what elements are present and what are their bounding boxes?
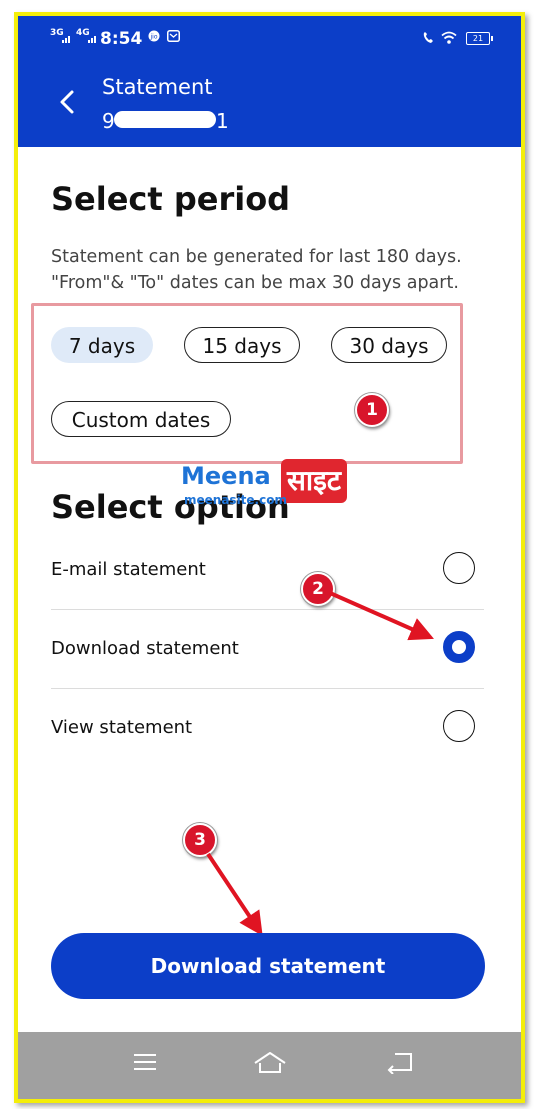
annotation-marker-2: 2 bbox=[301, 572, 335, 606]
option-download-statement[interactable]: Download statement bbox=[51, 609, 484, 688]
option-view-statement[interactable]: View statement bbox=[51, 688, 484, 767]
page-title: Statement bbox=[102, 75, 213, 99]
signal-icon bbox=[62, 36, 70, 43]
download-statement-button[interactable]: Download statement bbox=[51, 933, 485, 999]
jio-icon: jio bbox=[148, 30, 160, 42]
wifi-icon bbox=[441, 31, 457, 44]
app-header: 3G 4G 8:54 jio 21 Statement 9 1 bbox=[18, 16, 521, 147]
period-description: Statement can be generated for last 180 … bbox=[51, 244, 462, 296]
status-bar: 3G 4G 8:54 jio 21 bbox=[18, 16, 521, 56]
chevron-left-icon bbox=[60, 90, 74, 114]
annotation-marker-3: 3 bbox=[183, 823, 217, 857]
radio-button[interactable] bbox=[443, 710, 475, 742]
back-arrow-button[interactable] bbox=[56, 88, 78, 116]
menu-icon bbox=[134, 1054, 156, 1070]
nav-menu-button[interactable] bbox=[132, 1050, 158, 1079]
annotation-marker-1: 1 bbox=[355, 393, 389, 427]
option-label: E-mail statement bbox=[51, 559, 206, 580]
status-time: 8:54 bbox=[100, 29, 143, 49]
watermark-brand-hi: साइट bbox=[281, 459, 348, 503]
message-icon bbox=[167, 30, 180, 42]
option-label: Download statement bbox=[51, 638, 239, 659]
back-icon bbox=[387, 1053, 412, 1075]
annotation-highlight-box bbox=[31, 303, 463, 464]
battery-icon: 21 bbox=[466, 32, 493, 45]
account-number-start: 9 bbox=[102, 109, 115, 133]
svg-text:jio: jio bbox=[149, 34, 157, 41]
watermark-domain: meenasite.com bbox=[184, 493, 287, 507]
period-description-line-1: Statement can be generated for last 180 … bbox=[51, 247, 462, 267]
account-number-end: 1 bbox=[216, 109, 229, 133]
phone-screen: 3G 4G 8:54 jio 21 Statement 9 1 Select p… bbox=[14, 12, 525, 1103]
nav-home-button[interactable] bbox=[253, 1050, 287, 1081]
system-nav-bar bbox=[18, 1032, 521, 1099]
redaction-mask bbox=[114, 111, 216, 128]
watermark-brand-en: Meena bbox=[181, 462, 271, 490]
period-description-line-2: "From"& "To" dates can be max 30 days ap… bbox=[51, 273, 459, 293]
radio-button[interactable] bbox=[443, 552, 475, 584]
annotation-arrow-3 bbox=[206, 852, 263, 936]
option-email-statement[interactable]: E-mail statement bbox=[51, 530, 484, 609]
radio-button-selected[interactable] bbox=[443, 631, 475, 663]
signal-icon bbox=[88, 36, 96, 43]
select-period-heading: Select period bbox=[51, 180, 291, 218]
nav-back-button[interactable] bbox=[386, 1050, 414, 1079]
volte-call-icon bbox=[423, 32, 433, 43]
option-label: View statement bbox=[51, 717, 193, 738]
home-icon bbox=[254, 1052, 286, 1073]
